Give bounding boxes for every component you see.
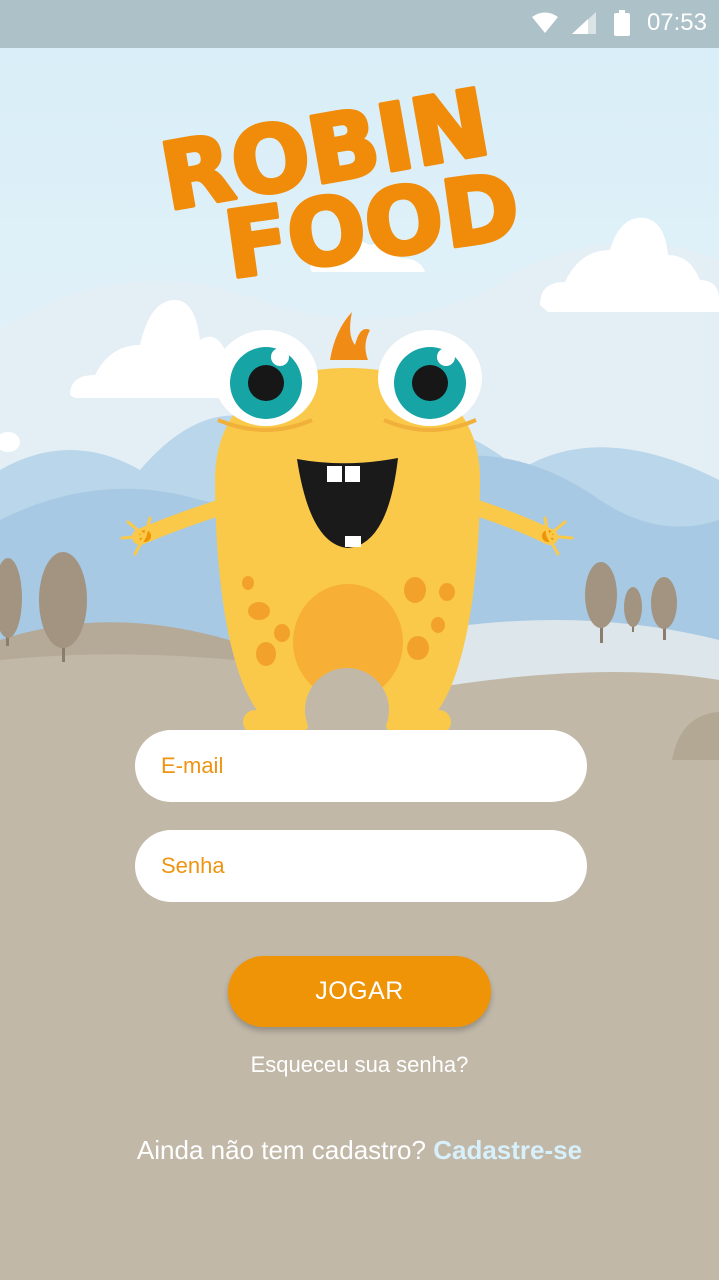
password-placeholder: Senha (161, 853, 225, 878)
battery-icon (614, 10, 630, 36)
signup-link[interactable]: Cadastre-se (433, 1135, 582, 1165)
login-screen: 07:53 ROBIN FOOD E-mail Senha JOGAR Esqu… (0, 0, 719, 1280)
email-field[interactable]: E-mail (135, 730, 587, 802)
wifi-icon (532, 12, 558, 33)
forgot-password-link[interactable]: Esqueceu sua senha? (0, 1052, 719, 1078)
status-bar: 07:53 (0, 0, 719, 48)
signup-prompt: Ainda não tem cadastro? (136, 1135, 426, 1165)
signup-row: Ainda não tem cadastro? Cadastre-se (0, 1135, 719, 1166)
password-field[interactable]: Senha (135, 830, 587, 902)
email-placeholder: E-mail (161, 753, 224, 778)
status-time: 07:53 (646, 9, 707, 36)
background-illustration: ROBIN FOOD (0, 48, 719, 1280)
signal-icon (572, 12, 596, 34)
play-button[interactable]: JOGAR (228, 956, 491, 1027)
